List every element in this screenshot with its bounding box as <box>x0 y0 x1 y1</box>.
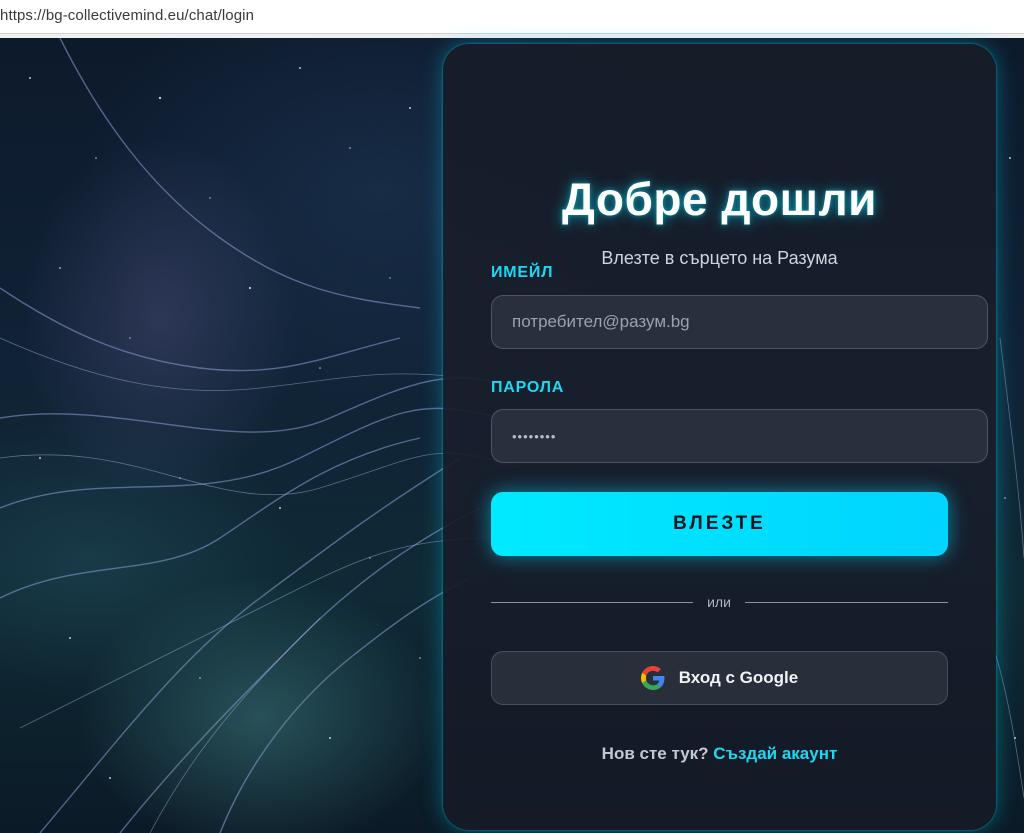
page-title: Добре дошли <box>562 173 877 225</box>
divider-text: или <box>707 594 731 610</box>
login-button[interactable]: ВЛЕЗТЕ <box>491 492 948 556</box>
password-masked-value: •••••••• <box>512 428 557 444</box>
password-field[interactable]: •••••••• <box>491 409 988 463</box>
email-field[interactable]: потребител@разум.bg <box>491 295 988 349</box>
url-text[interactable]: https://bg-collectivemind.eu/chat/login <box>0 7 254 24</box>
password-label: ПАРОЛА <box>491 379 565 396</box>
browser-address-bar[interactable]: https://bg-collectivemind.eu/chat/login <box>0 0 1024 34</box>
divider-line-left <box>491 602 693 603</box>
google-g-icon <box>640 666 665 690</box>
page: https://bg-collectivemind.eu/chat/login <box>0 0 1024 833</box>
email-placeholder: потребител@разум.bg <box>512 312 690 331</box>
google-login-label: Вход с Google <box>678 668 799 687</box>
signup-prompt: Нов сте тук? <box>601 744 709 763</box>
login-card: Добре дошли Влезте в сърцето на Разума И… <box>443 44 996 830</box>
divider-line-right <box>745 602 948 603</box>
create-account-link[interactable]: Създай акаунт <box>713 744 837 763</box>
signup-row: Нов сте тук? Създай акаунт <box>443 744 996 764</box>
email-label: ИМЕЙЛ <box>491 264 554 281</box>
google-login-button[interactable]: Вход с Google <box>491 651 948 705</box>
